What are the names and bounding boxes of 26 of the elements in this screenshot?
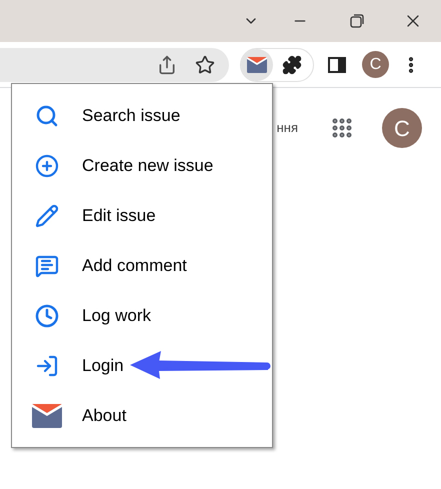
profile-avatar[interactable]: C	[362, 51, 389, 78]
comment-icon	[35, 254, 59, 278]
search-icon	[35, 104, 59, 128]
envelope-icon	[247, 56, 267, 72]
share-icon[interactable]	[157, 54, 177, 74]
pencil-icon	[35, 204, 59, 228]
menu-item[interactable]: Log work	[12, 291, 272, 341]
plus-circle-icon	[35, 154, 59, 178]
page-link-text[interactable]: ння	[276, 118, 298, 138]
menu-item[interactable]: About	[12, 391, 272, 441]
bookmark-star-icon[interactable]	[195, 54, 215, 74]
extension-button[interactable]	[241, 48, 273, 80]
menu-item[interactable]: Add comment	[12, 241, 272, 291]
puzzle-icon[interactable]	[282, 54, 302, 74]
apps-grid-icon[interactable]	[330, 116, 354, 140]
clock-icon	[35, 304, 59, 328]
menu-item[interactable]: Edit issue	[12, 191, 272, 241]
menu-item[interactable]: Create new issue	[12, 141, 272, 191]
login-icon	[35, 354, 59, 378]
restore-icon[interactable]	[350, 14, 364, 28]
address-bar[interactable]	[0, 48, 229, 82]
menu-item[interactable]: Login	[12, 341, 272, 391]
side-panel-icon[interactable]	[328, 56, 346, 72]
menu-item[interactable]: Search issue	[12, 91, 272, 141]
account-avatar[interactable]: C	[382, 108, 422, 148]
envelope-icon	[32, 404, 62, 428]
